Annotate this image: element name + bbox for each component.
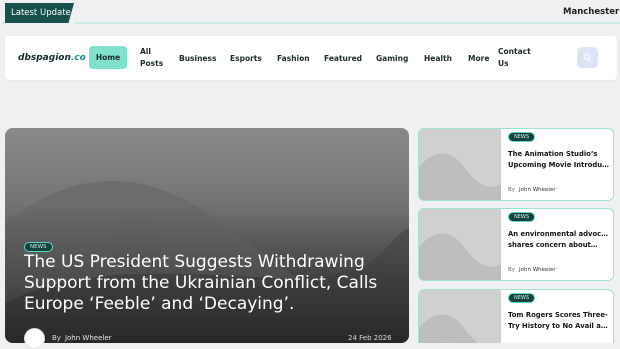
nav-home[interactable]: Home	[89, 46, 127, 69]
hero-title[interactable]: The US President Suggests Withdrawing Su…	[24, 252, 394, 315]
card-title[interactable]: The Animation Studio’s Upcoming Movie Int…	[508, 149, 610, 170]
card-author[interactable]: John Wheeler	[519, 267, 556, 273]
hero-byline: By John Wheeler	[52, 334, 112, 342]
card-image-placeholder	[419, 209, 501, 280]
byline-prefix: By	[52, 334, 61, 342]
hero-date: 24 Feb 2026	[348, 334, 392, 342]
site-logo[interactable]: dbspagion.co	[18, 53, 86, 63]
card-category-badge[interactable]: NEWS	[508, 293, 536, 303]
card-image-placeholder	[419, 129, 501, 200]
nav-esports[interactable]: Esports	[230, 36, 262, 80]
latest-update-badge: Latest Update	[5, 3, 74, 23]
side-article-card[interactable]: NEWS The Animation Studio’s Upcoming Movi…	[418, 128, 614, 201]
nav-health[interactable]: Health	[424, 36, 452, 80]
hero-badge-label: NEWS	[24, 242, 53, 252]
nav-gaming[interactable]: Gaming	[376, 36, 408, 80]
author-avatar[interactable]	[24, 328, 45, 349]
nav-fashion[interactable]: Fashion	[277, 36, 310, 80]
search-icon	[583, 53, 592, 62]
hero-category-badge[interactable]: NEWS	[24, 233, 53, 252]
ticker-headline[interactable]: Manchester L	[563, 7, 620, 17]
nav-more[interactable]: More	[468, 36, 489, 80]
site-header: dbspagion.co Home All Posts Business Esp…	[5, 36, 617, 80]
card-author[interactable]: John Wheeler	[519, 187, 556, 193]
nav-contact-us[interactable]: Contact Us	[498, 36, 531, 80]
latest-update-ticker: Latest Update Manchester L	[0, 0, 620, 28]
side-article-card[interactable]: NEWS Tom Rogers Scores Three- Try History…	[418, 289, 614, 343]
nav-business[interactable]: Business	[179, 36, 216, 80]
card-title[interactable]: An environmental advocate shares concern …	[508, 229, 610, 250]
card-title[interactable]: Tom Rogers Scores Three- Try History to N…	[508, 310, 610, 331]
nav-featured[interactable]: Featured	[324, 36, 362, 80]
card-byline: By John Wheeler	[508, 187, 556, 193]
ticker-divider	[74, 22, 620, 24]
card-image-placeholder	[419, 290, 501, 343]
hero-author[interactable]: John Wheeler	[65, 334, 112, 342]
side-article-card[interactable]: NEWS An environmental advocate shares con…	[418, 208, 614, 281]
search-button[interactable]	[577, 47, 598, 68]
logo-suffix: .co	[70, 53, 86, 63]
logo-text: dbspagion	[18, 53, 71, 63]
card-category-badge[interactable]: NEWS	[508, 212, 536, 222]
card-byline: By John Wheeler	[508, 267, 556, 273]
nav-all-posts[interactable]: All Posts	[140, 36, 163, 80]
card-category-badge[interactable]: NEWS	[508, 132, 536, 142]
